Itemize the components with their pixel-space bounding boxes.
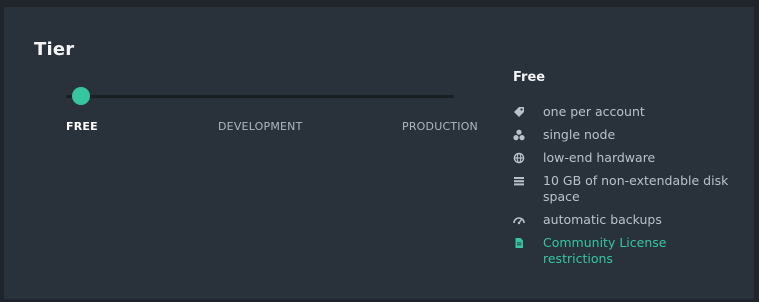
feature-text: 10 GB of non-extendable disk space bbox=[543, 173, 729, 204]
document-icon bbox=[513, 237, 525, 249]
feature-text: automatic backups bbox=[543, 212, 662, 227]
feature-item: automatic backups bbox=[513, 212, 738, 228]
slider-thumb[interactable] bbox=[72, 87, 90, 105]
tag-icon bbox=[513, 106, 525, 118]
tier-panel: Tier FREE DEVELOPMENT PRODUCTION Free on… bbox=[4, 7, 754, 299]
feature-item: one per account bbox=[513, 104, 738, 120]
community-license-link[interactable]: Community License restrictions bbox=[513, 235, 738, 267]
feature-item: low-end hardware bbox=[513, 150, 738, 166]
feature-item: 10 GB of non-extendable disk space bbox=[513, 173, 738, 205]
tier-option-development[interactable]: DEVELOPMENT bbox=[218, 120, 303, 133]
feature-text[interactable]: Community License restrictions bbox=[543, 235, 666, 266]
globe-icon bbox=[513, 152, 525, 164]
feature-item: single node bbox=[513, 127, 738, 143]
slider-track[interactable] bbox=[66, 95, 454, 98]
panel-title: Tier bbox=[34, 39, 75, 60]
tier-slider[interactable] bbox=[66, 87, 454, 105]
feature-text: one per account bbox=[543, 104, 645, 119]
backup-gauge-icon bbox=[513, 214, 525, 226]
feature-text: single node bbox=[543, 127, 616, 142]
feature-text: low-end hardware bbox=[543, 150, 656, 165]
tier-detail-title: Free bbox=[513, 70, 546, 85]
tier-option-free[interactable]: FREE bbox=[66, 120, 98, 133]
tier-option-production[interactable]: PRODUCTION bbox=[402, 120, 478, 133]
storage-icon bbox=[513, 175, 525, 187]
nodes-icon bbox=[513, 129, 525, 141]
feature-list: one per account single node low-end hard… bbox=[513, 104, 738, 274]
